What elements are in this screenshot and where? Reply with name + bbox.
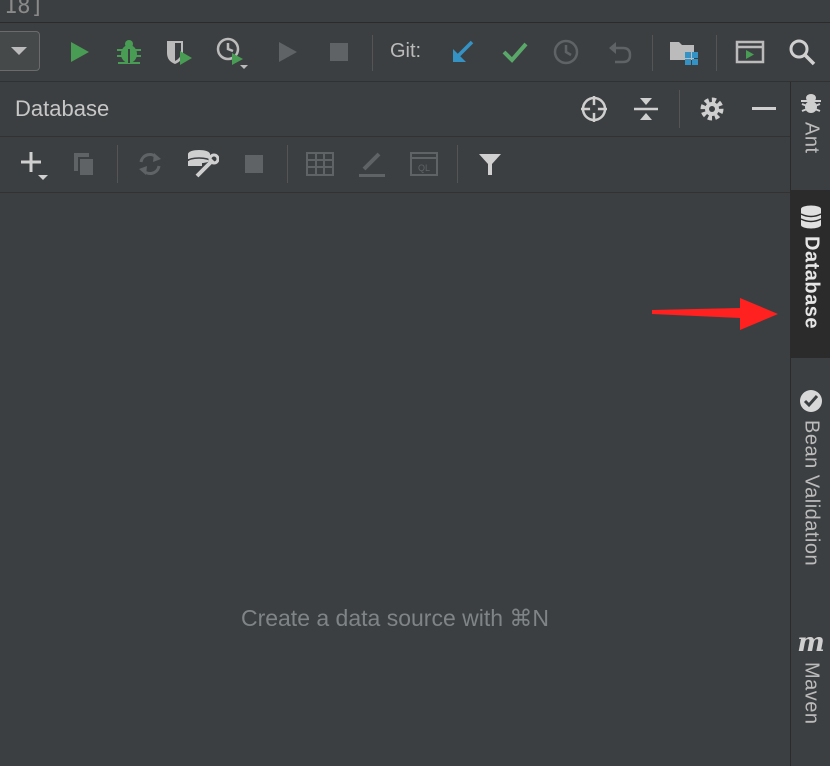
- edit-icon: [359, 152, 385, 177]
- coverage-icon: [167, 41, 192, 65]
- toolbar-separator: [716, 35, 717, 71]
- filter-button[interactable]: [473, 147, 507, 181]
- project-structure-icon: [670, 42, 698, 65]
- panel-title: Database: [15, 96, 110, 121]
- toolbar-separator: [372, 35, 373, 71]
- minimize-icon: [752, 107, 776, 110]
- svg-text:QL: QL: [418, 163, 430, 173]
- refresh-button[interactable]: [133, 147, 167, 181]
- git-history-icon: [553, 39, 579, 65]
- minimize-button[interactable]: [747, 92, 781, 126]
- annotation-arrow-icon: [652, 298, 778, 330]
- edit-button[interactable]: [355, 147, 389, 181]
- bean-validation-icon: [800, 390, 822, 412]
- add-icon: [21, 152, 48, 180]
- debug-button[interactable]: [112, 35, 146, 69]
- project-structure-button[interactable]: [667, 35, 701, 69]
- query-console-icon: QL: [410, 152, 438, 176]
- stripe-maven[interactable]: m Maven: [791, 630, 830, 740]
- git-rollback-icon: [609, 42, 632, 64]
- settings-button[interactable]: [695, 92, 729, 126]
- stripe-label: Database: [800, 236, 823, 329]
- collapse-all-button[interactable]: [629, 92, 663, 126]
- stripe-label: Ant: [800, 122, 823, 154]
- database-tree-area[interactable]: Create a data source with ⌘N: [0, 193, 790, 766]
- empty-state-message: Create a data source with ⌘N: [240, 605, 550, 631]
- stripe-ant[interactable]: Ant: [791, 90, 830, 186]
- stop-icon: [245, 155, 263, 173]
- profile-button[interactable]: [214, 35, 248, 69]
- git-commit-button[interactable]: [498, 35, 532, 69]
- toolbar-separator: [652, 35, 653, 71]
- git-commit-icon: [502, 42, 528, 63]
- table-view-button[interactable]: [303, 147, 337, 181]
- toolbar-separator: [457, 145, 458, 183]
- table-view-icon: [306, 152, 334, 176]
- database-icon: [800, 205, 822, 229]
- gear-icon: [700, 97, 724, 121]
- profile-icon: [216, 37, 248, 69]
- stop-icon: [330, 43, 348, 61]
- data-source-properties-icon: [187, 150, 219, 178]
- git-history-button[interactable]: [549, 35, 583, 69]
- git-rollback-button[interactable]: [602, 35, 636, 69]
- maven-icon: m: [797, 628, 825, 658]
- stop-button[interactable]: [237, 147, 271, 181]
- run-button[interactable]: [62, 35, 96, 69]
- run-panel-icon: [735, 40, 765, 64]
- coverage-button[interactable]: [162, 35, 196, 69]
- locate-button[interactable]: [577, 92, 611, 126]
- run-icon: [71, 42, 89, 62]
- stripe-bean-validation[interactable]: Bean Validation: [791, 388, 830, 608]
- git-label: Git:: [390, 40, 422, 62]
- search-icon: [789, 39, 816, 66]
- query-console-button[interactable]: QL: [407, 147, 441, 181]
- database-panel-header: Database: [0, 82, 790, 137]
- stripe-label: Bean Validation: [800, 420, 823, 567]
- git-update-icon: [453, 40, 474, 62]
- search-button[interactable]: [785, 35, 819, 69]
- toolbar-separator: [117, 145, 118, 183]
- debug-icon: [117, 40, 141, 64]
- duplicate-button[interactable]: [67, 147, 101, 181]
- resume-icon: [279, 42, 297, 62]
- refresh-icon: [139, 153, 161, 175]
- stripe-label: Maven: [800, 662, 823, 725]
- collapse-all-icon: [634, 98, 658, 120]
- database-panel-toolbar: QL: [0, 137, 790, 193]
- title-fragment: 18]: [4, 0, 44, 19]
- data-source-properties-button[interactable]: [185, 147, 219, 181]
- duplicate-icon: [74, 153, 95, 177]
- git-update-button[interactable]: [446, 35, 480, 69]
- stop-button[interactable]: [322, 35, 356, 69]
- run-panel-button[interactable]: [733, 35, 767, 69]
- main-toolbar: Git:: [0, 23, 830, 82]
- resume-button[interactable]: [270, 35, 304, 69]
- add-button[interactable]: [16, 147, 50, 181]
- run-configuration-dropdown[interactable]: [0, 31, 40, 71]
- header-separator: [679, 90, 680, 128]
- ant-icon: [801, 94, 821, 113]
- locate-icon: [581, 96, 607, 122]
- filter-icon: [479, 154, 501, 175]
- chevron-down-icon: [11, 47, 27, 55]
- right-tool-stripe: Ant Database Bean Validation m Maven: [790, 82, 830, 766]
- window-title-strip: 18]: [0, 0, 830, 23]
- toolbar-separator: [287, 145, 288, 183]
- stripe-database[interactable]: Database: [791, 190, 830, 358]
